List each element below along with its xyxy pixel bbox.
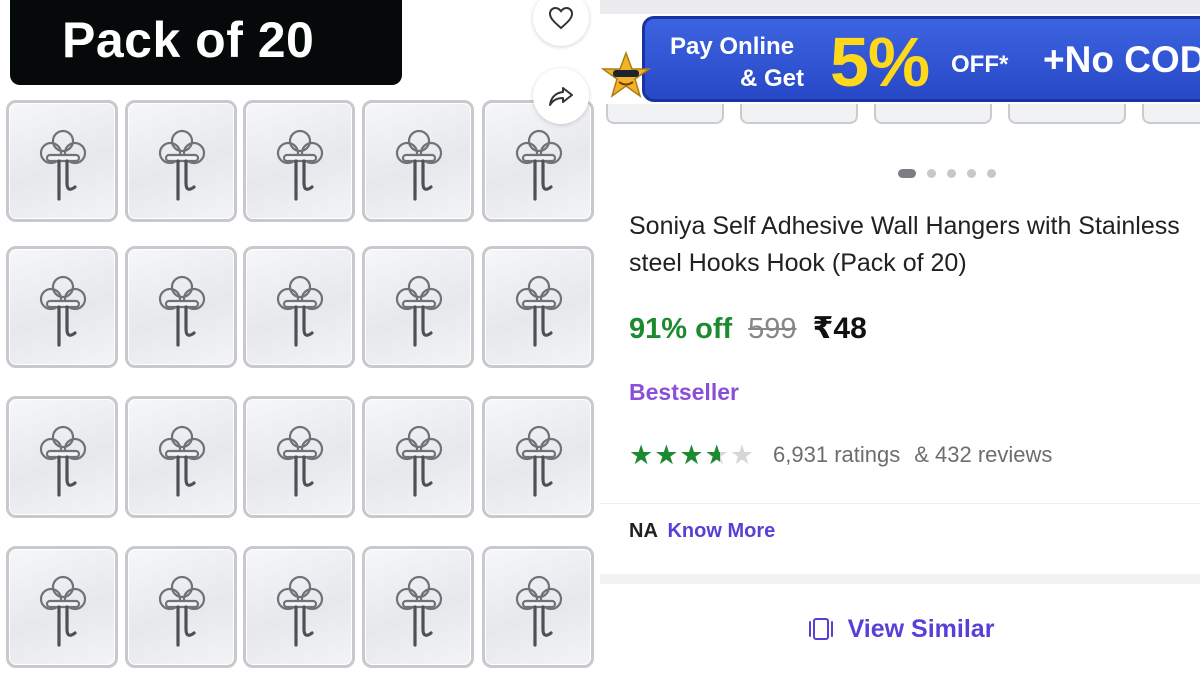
share-button[interactable]	[533, 68, 589, 124]
hook-icon	[276, 275, 324, 347]
top-strip	[600, 0, 1200, 14]
hook-icon	[395, 129, 443, 201]
carousel-dots[interactable]	[898, 168, 996, 178]
hook-tile	[482, 396, 594, 518]
hook-icon	[395, 575, 443, 647]
price-row: 91% off 599 ₹48	[629, 311, 867, 346]
promo-pay-online: Pay Online	[670, 33, 795, 60]
hook-icon	[39, 129, 87, 201]
section-divider	[600, 574, 1200, 584]
hook-icon	[276, 425, 324, 497]
promo-off: OFF*	[951, 51, 1009, 78]
hook-tile	[125, 546, 237, 668]
product-image	[0, 96, 600, 674]
know-more-link[interactable]: Know More	[667, 520, 775, 542]
hook-tile	[243, 546, 355, 668]
hook-tile	[362, 246, 474, 368]
hook-icon	[515, 275, 563, 347]
hook-tile	[362, 100, 474, 222]
view-similar-button[interactable]: View Similar	[600, 584, 1200, 674]
hook-tile	[482, 246, 594, 368]
heart-outline-icon	[548, 6, 574, 30]
hook-tile	[362, 396, 474, 518]
promo-percent: 5%	[830, 23, 930, 101]
star-mascot-icon	[600, 50, 652, 98]
hook-tile	[125, 100, 237, 222]
carousel-dot[interactable]	[947, 168, 956, 178]
hook-tile	[243, 100, 355, 222]
hook-tile	[6, 100, 118, 222]
hook-tile	[362, 546, 474, 668]
carousel-dot[interactable]	[967, 168, 976, 178]
hook-icon	[39, 425, 87, 497]
hook-icon	[39, 575, 87, 647]
ratings-row[interactable]: ★★★★★ ★★★★★ 6,931 ratings & 432 reviews	[629, 440, 1052, 470]
view-similar-icon	[808, 618, 833, 640]
ratings-count: 6,931 ratings	[773, 442, 901, 467]
strip-tile	[606, 104, 724, 124]
product-details-panel: Pay Online & Get 5% OFF* +No COD F Soniy…	[600, 0, 1200, 674]
pack-badge: Pack of 20	[10, 0, 402, 85]
hook-icon	[39, 275, 87, 347]
star-rating-filled: ★★★★★	[629, 440, 720, 470]
hook-icon	[158, 275, 206, 347]
strip-tile	[1142, 104, 1200, 124]
strip-tile	[740, 104, 858, 124]
hook-icon	[395, 275, 443, 347]
hook-icon	[515, 425, 563, 497]
product-title: Soniya Self Adhesive Wall Hangers with S…	[629, 212, 1180, 277]
hook-icon	[158, 575, 206, 647]
carousel-dot[interactable]	[898, 168, 916, 178]
view-similar-label: View Similar	[847, 614, 995, 643]
bestseller-badge: Bestseller	[629, 379, 739, 405]
wishlist-button[interactable]	[533, 0, 589, 46]
original-price: 599	[748, 313, 797, 345]
delivery-info-row: NA Know More	[629, 520, 775, 543]
hook-icon	[395, 425, 443, 497]
hook-tile	[6, 546, 118, 668]
hook-tile	[243, 246, 355, 368]
carousel-dot[interactable]	[927, 168, 936, 178]
product-image-panel[interactable]: Pack of 20	[0, 0, 600, 674]
hook-tile	[125, 246, 237, 368]
hook-icon	[276, 575, 324, 647]
selling-price: ₹48	[812, 312, 867, 345]
hook-tile	[482, 546, 594, 668]
hook-tile	[125, 396, 237, 518]
hook-tile	[6, 396, 118, 518]
hook-icon	[158, 425, 206, 497]
strip-tile	[874, 104, 992, 124]
hook-icon	[158, 129, 206, 201]
hook-tile	[6, 246, 118, 368]
image-strip	[600, 104, 1200, 130]
divider	[600, 503, 1200, 504]
strip-tile	[1008, 104, 1126, 124]
star-rating: ★★★★★ ★★★★★	[629, 440, 755, 470]
hook-icon	[515, 129, 563, 201]
hook-icon	[515, 575, 563, 647]
discount-percent: 91% off	[629, 313, 733, 345]
share-arrow-icon	[549, 87, 573, 106]
hook-tile	[243, 396, 355, 518]
reviews-count: & 432 reviews	[914, 442, 1053, 467]
promo-no-cod: +No COD F	[1043, 39, 1200, 80]
promo-and-get: & Get	[740, 65, 805, 92]
hook-icon	[276, 129, 324, 201]
carousel-dot[interactable]	[987, 168, 996, 178]
promo-banner[interactable]: Pay Online & Get 5% OFF* +No COD F	[642, 16, 1200, 102]
na-label: NA	[629, 520, 658, 542]
